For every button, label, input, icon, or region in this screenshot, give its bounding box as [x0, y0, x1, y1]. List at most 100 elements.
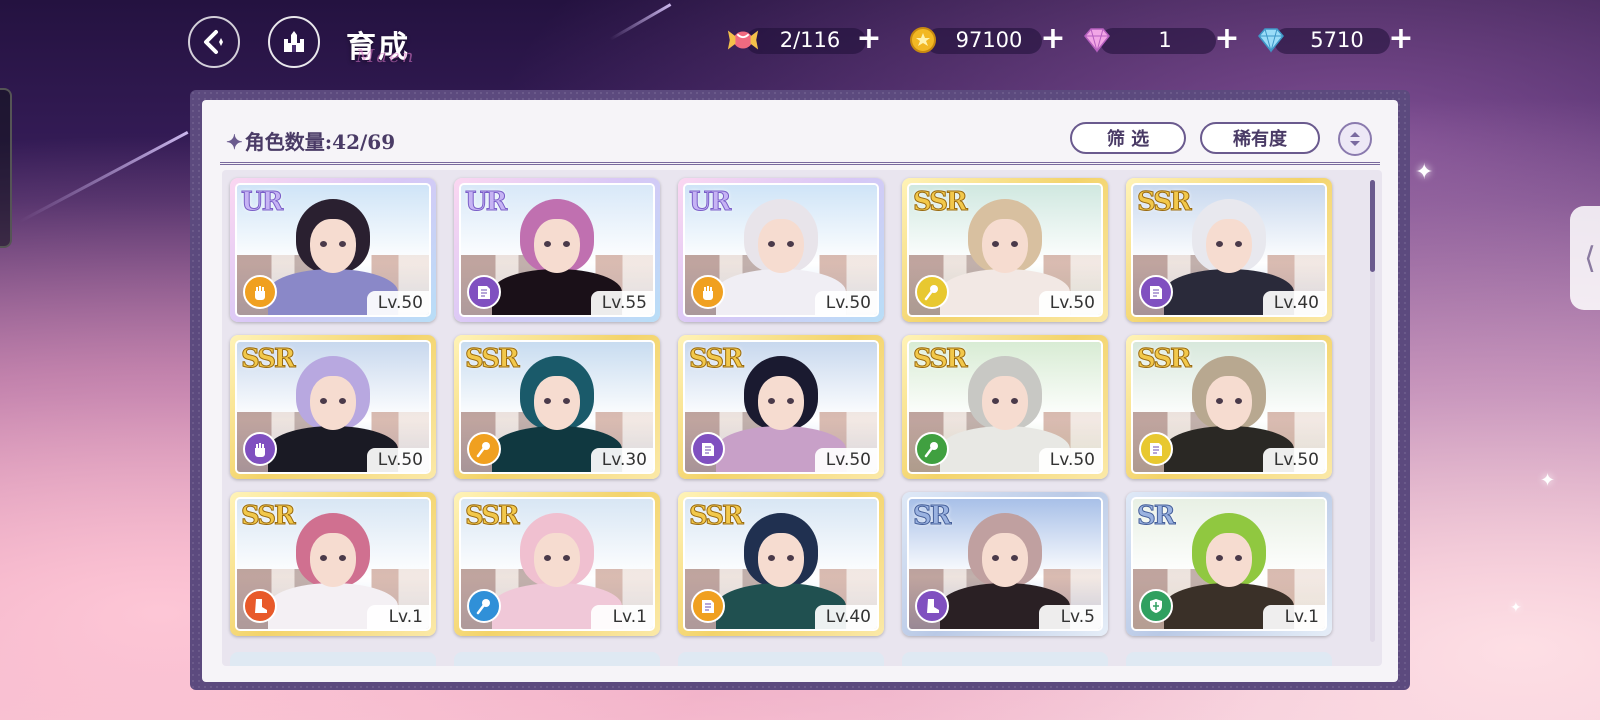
character-eye [992, 241, 999, 247]
boot-icon [915, 589, 949, 623]
wand-icon [915, 275, 949, 309]
wand-icon [915, 432, 949, 466]
character-eye [1235, 398, 1242, 404]
character-face [1206, 219, 1252, 273]
character-card[interactable]: SSR Lv.50 [1126, 335, 1332, 479]
character-count: ✦ 角色数量:42/69 [226, 126, 395, 155]
shield-icon [1139, 589, 1173, 623]
side-expand-tab[interactable]: ⟨ [1570, 206, 1600, 310]
character-card[interactable]: UR Lv.50 [230, 178, 436, 322]
level-label: Lv.40 [1263, 291, 1325, 315]
character-eye [1011, 555, 1018, 561]
character-panel: ✦ 角色数量:42/69 筛 选 稀有度 UR Lv.50 UR Lv.55 UR Lv.5… [190, 90, 1410, 690]
character-eye [1216, 241, 1223, 247]
character-card[interactable]: UR Lv.50 [678, 178, 884, 322]
book-icon [1139, 275, 1173, 309]
character-eye [768, 241, 775, 247]
character-portrait: SSR Lv.50 [907, 340, 1103, 474]
rarity-badge: UR [240, 187, 283, 217]
character-eye [544, 398, 551, 404]
fist-icon [243, 275, 277, 309]
character-face [1206, 376, 1252, 430]
scrollbar-thumb[interactable] [1370, 180, 1375, 272]
character-portrait: SSR Lv.50 [235, 340, 431, 474]
character-portrait: UR Lv.50 [683, 183, 879, 317]
add-blue-diamond-button[interactable]: + [1386, 24, 1416, 56]
sort-order-icon [1350, 132, 1360, 146]
add-candy-button[interactable]: + [854, 24, 884, 56]
rarity-badge: SSR [465, 501, 521, 531]
book-icon [1139, 432, 1173, 466]
sparkle-icon: ✦ [1510, 600, 1522, 616]
add-pink-diamond-button[interactable]: + [1212, 24, 1242, 56]
character-card[interactable]: SSR Lv.40 [1126, 178, 1332, 322]
back-button[interactable] [188, 16, 240, 68]
character-eye [787, 555, 794, 561]
character-portrait: SSR Lv.1 [459, 497, 655, 631]
character-card[interactable]: SSR Lv.50 [902, 335, 1108, 479]
level-label: Lv.30 [591, 448, 653, 472]
character-card[interactable]: SSR Lv.1 [230, 492, 436, 636]
character-card-partial[interactable] [902, 652, 1108, 666]
top-bar: 育成 Maen 2/116 + 97100 + 1 + 5710 + [0, 0, 1600, 80]
character-face [310, 533, 356, 587]
character-card[interactable]: SSR Lv.30 [454, 335, 660, 479]
chevron-left-icon: ⟨ [1584, 240, 1596, 276]
gold-coin-icon [906, 24, 940, 56]
fist-icon [691, 275, 725, 309]
character-card[interactable]: SR Lv.1 [1126, 492, 1332, 636]
rarity-badge: SSR [241, 501, 297, 531]
rarity-badge: UR [464, 187, 507, 217]
character-portrait: UR Lv.55 [459, 183, 655, 317]
character-card[interactable]: SR Lv.5 [902, 492, 1108, 636]
character-face [758, 219, 804, 273]
character-eye [1011, 398, 1018, 404]
sort-order-button[interactable] [1338, 122, 1372, 156]
character-eye [768, 398, 775, 404]
rarity-badge: SSR [1137, 187, 1193, 217]
rarity-badge: SSR [913, 344, 969, 374]
level-label: Lv.50 [1039, 448, 1101, 472]
character-eye [992, 555, 999, 561]
character-eye [992, 398, 999, 404]
character-eye [339, 241, 346, 247]
character-grid[interactable]: UR Lv.50 UR Lv.55 UR Lv.50 SSR Lv.50 SSR Lv.40 SSR… [222, 170, 1382, 666]
character-eye [787, 398, 794, 404]
pink-diamond-value: 1 [1158, 28, 1172, 52]
left-side-handle[interactable] [0, 88, 12, 248]
character-face [534, 219, 580, 273]
character-face [310, 219, 356, 273]
home-button[interactable] [268, 16, 320, 68]
character-card-partial[interactable] [454, 652, 660, 666]
character-portrait: SSR Lv.40 [1131, 183, 1327, 317]
sparkle-icon: ✦ [1540, 470, 1556, 491]
rarity-badge: SSR [689, 344, 745, 374]
character-card[interactable]: UR Lv.55 [454, 178, 660, 322]
character-eye [1216, 555, 1223, 561]
level-label: Lv.50 [815, 291, 877, 315]
title-decoration: Maen [356, 46, 416, 67]
filter-button[interactable]: 筛 选 [1070, 122, 1186, 154]
sparkle-icon: ✦ [1415, 160, 1434, 185]
castle-icon [284, 31, 304, 52]
character-card[interactable]: SSR Lv.40 [678, 492, 884, 636]
character-card-partial[interactable] [1126, 652, 1332, 666]
level-label: Lv.1 [367, 605, 429, 629]
character-card[interactable]: SSR Lv.50 [678, 335, 884, 479]
add-gold-coin-button[interactable]: + [1038, 24, 1068, 56]
book-icon [691, 432, 725, 466]
character-eye [768, 555, 775, 561]
character-count-label: 角色数量:42/69 [244, 130, 396, 154]
character-card[interactable]: SSR Lv.1 [454, 492, 660, 636]
character-eye [320, 241, 327, 247]
rarity-sort-button[interactable]: 稀有度 [1200, 122, 1320, 154]
character-portrait: SSR Lv.30 [459, 340, 655, 474]
blue-diamond-icon [1254, 24, 1288, 56]
level-label: Lv.55 [591, 291, 653, 315]
character-card-partial[interactable] [678, 652, 884, 666]
character-card[interactable]: SSR Lv.50 [902, 178, 1108, 322]
level-label: Lv.50 [367, 291, 429, 315]
character-portrait: SR Lv.5 [907, 497, 1103, 631]
character-card[interactable]: SSR Lv.50 [230, 335, 436, 479]
character-card-partial[interactable] [230, 652, 436, 666]
